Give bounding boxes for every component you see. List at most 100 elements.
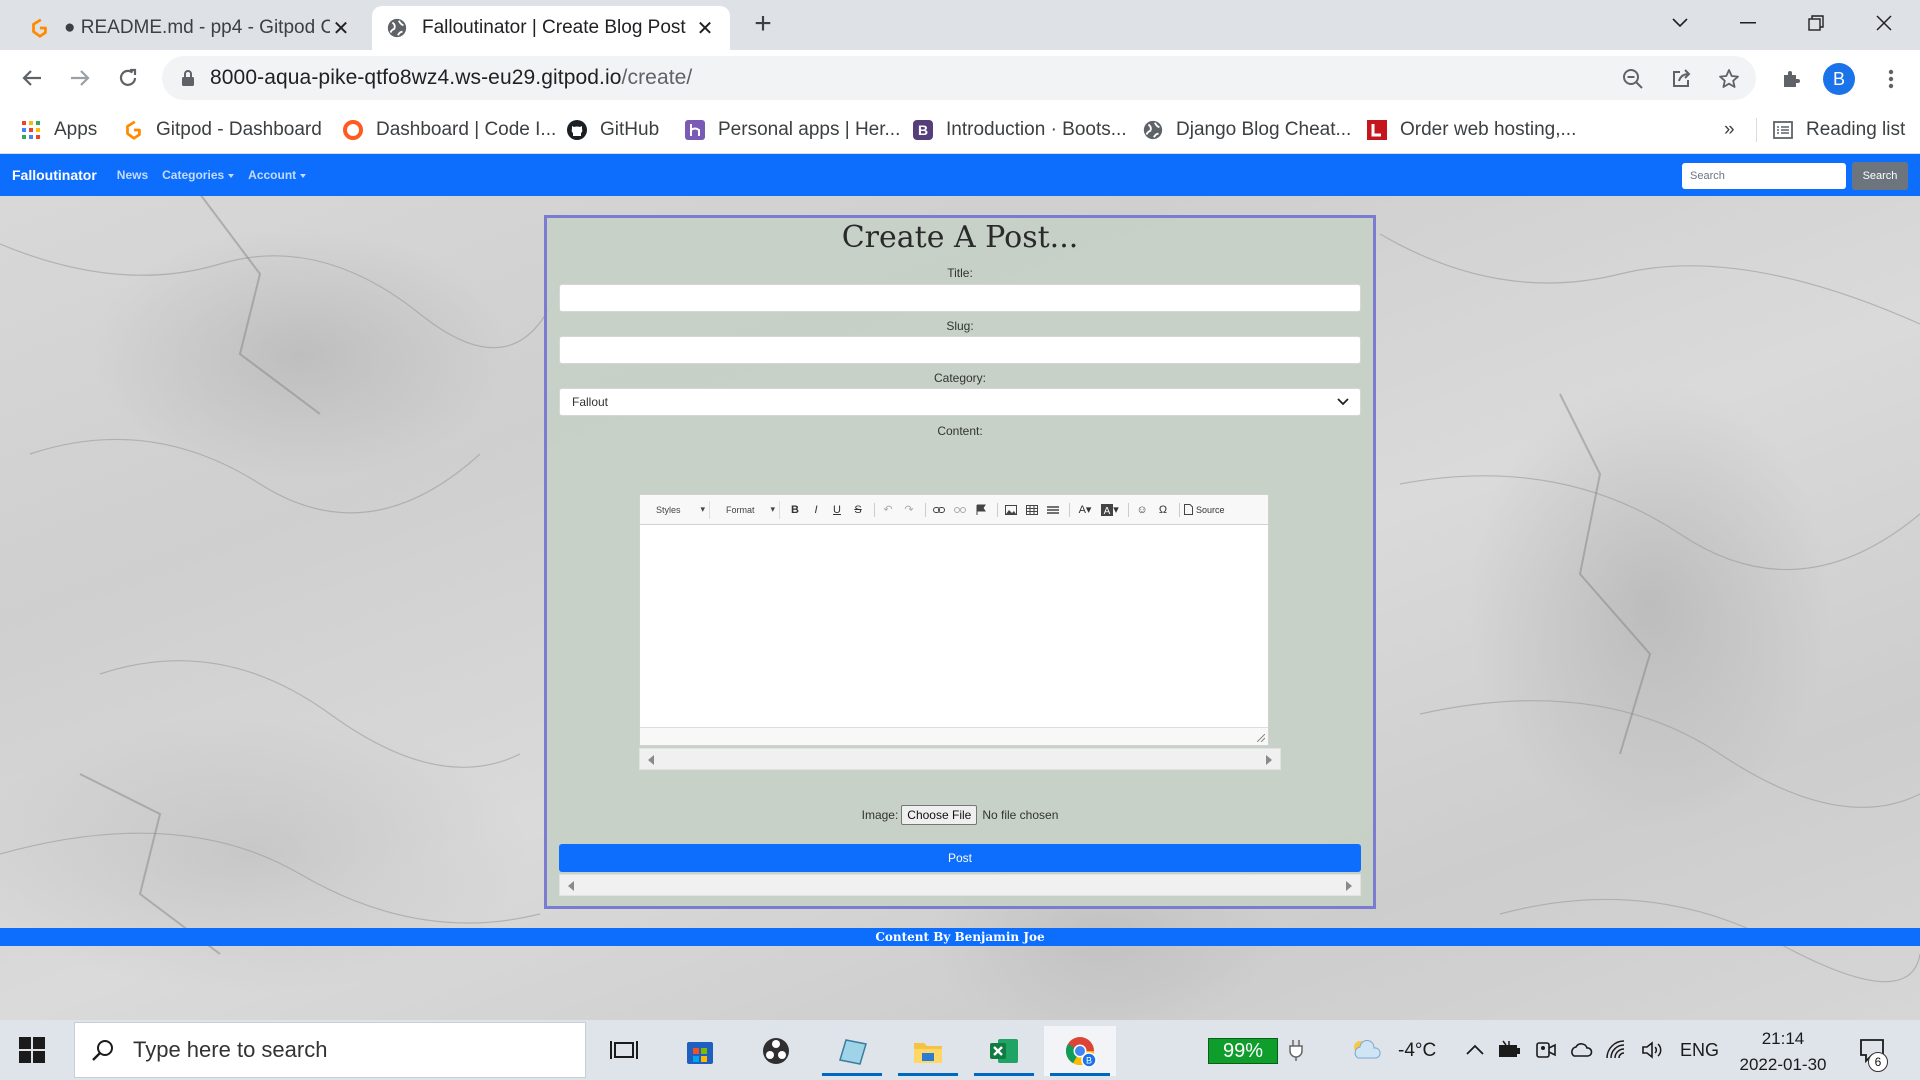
extensions-icon[interactable] bbox=[1778, 66, 1804, 92]
weather-cloudy-icon[interactable] bbox=[1350, 1038, 1384, 1062]
reload-button[interactable] bbox=[112, 62, 144, 94]
nav-account-dropdown[interactable]: Account bbox=[248, 168, 307, 182]
battery-percentage[interactable]: 99% bbox=[1208, 1038, 1278, 1064]
site-search-button[interactable]: Search bbox=[1852, 162, 1908, 190]
battery-icon[interactable] bbox=[1497, 1038, 1521, 1062]
scroll-right-icon[interactable] bbox=[1346, 881, 1352, 891]
onedrive-cloud-icon[interactable] bbox=[1569, 1038, 1593, 1062]
bookmark-github[interactable]: GitHub bbox=[566, 114, 659, 146]
scroll-left-icon[interactable] bbox=[568, 881, 574, 891]
undo-icon[interactable]: ↶ bbox=[879, 501, 897, 519]
forward-button[interactable] bbox=[64, 62, 96, 94]
close-icon[interactable]: ✕ bbox=[694, 17, 716, 40]
smiley-icon[interactable]: ☺ bbox=[1133, 501, 1151, 519]
weather-temperature[interactable]: -4°C bbox=[1398, 1040, 1436, 1062]
camera-icon[interactable] bbox=[1534, 1038, 1558, 1062]
bold-button[interactable]: B bbox=[786, 501, 804, 519]
back-button[interactable] bbox=[16, 62, 48, 94]
editor-horizontal-scrollbar[interactable] bbox=[639, 748, 1281, 770]
post-button[interactable]: Post bbox=[559, 844, 1361, 872]
tab-search-icon[interactable] bbox=[1660, 8, 1700, 38]
tab-create-blog-post[interactable]: Falloutinator | Create Blog Post ✕ bbox=[372, 6, 730, 50]
slug-input[interactable] bbox=[559, 336, 1361, 364]
close-window-button[interactable] bbox=[1864, 8, 1904, 38]
scroll-left-icon[interactable] bbox=[648, 755, 654, 765]
underline-button[interactable]: U bbox=[828, 501, 846, 519]
menu-kebab-icon[interactable] bbox=[1878, 66, 1904, 92]
reading-list-icon bbox=[1773, 121, 1793, 139]
table-icon[interactable] bbox=[1023, 501, 1041, 519]
input-language[interactable]: ENG bbox=[1680, 1040, 1719, 1061]
share-icon[interactable] bbox=[1668, 66, 1694, 92]
bookmark-django-cheat[interactable]: Django Blog Cheat... bbox=[1142, 114, 1351, 146]
bookmark-heroku[interactable]: Personal apps | Her... bbox=[684, 114, 900, 146]
excel-icon[interactable] bbox=[968, 1026, 1040, 1076]
special-char-icon[interactable]: Ω bbox=[1154, 501, 1172, 519]
unlink-icon[interactable] bbox=[951, 501, 969, 519]
editor-content-area[interactable] bbox=[640, 525, 1268, 745]
site-navbar: Falloutinator News Categories Account Se… bbox=[0, 154, 1920, 196]
horizontal-line-icon[interactable] bbox=[1044, 501, 1062, 519]
title-input[interactable] bbox=[559, 284, 1361, 312]
taskbar-search-input[interactable]: Type here to search bbox=[74, 1022, 586, 1078]
choose-file-button[interactable]: Choose File bbox=[901, 805, 978, 825]
bookmark-star-icon[interactable] bbox=[1716, 66, 1742, 92]
anchor-flag-icon[interactable] bbox=[972, 501, 990, 519]
chrome-icon[interactable]: B bbox=[1044, 1026, 1116, 1076]
task-view-icon[interactable] bbox=[588, 1026, 660, 1076]
styles-dropdown[interactable]: Styles ▾ bbox=[646, 500, 710, 519]
toolbar-separator bbox=[874, 502, 875, 517]
text-color-icon[interactable]: A▾ bbox=[1074, 501, 1096, 519]
format-dropdown[interactable]: Format ▾ bbox=[716, 500, 780, 519]
running-indicator bbox=[974, 1073, 1034, 1076]
obs-studio-icon[interactable] bbox=[740, 1026, 812, 1076]
restore-button[interactable] bbox=[1796, 8, 1836, 38]
address-bar[interactable]: 8000-aqua-pike-qtfo8wz4.ws-eu29.gitpod.i… bbox=[162, 56, 1756, 100]
site-brand[interactable]: Falloutinator bbox=[12, 167, 97, 183]
image-icon[interactable] bbox=[1002, 501, 1020, 519]
profile-avatar[interactable]: B bbox=[1823, 63, 1855, 95]
form-horizontal-scrollbar[interactable] bbox=[559, 874, 1361, 896]
image-label: Image: bbox=[861, 808, 899, 822]
bookmarks-bar: Apps Gitpod - Dashboard Dashboard | Code… bbox=[0, 106, 1920, 154]
snipping-tool-icon[interactable] bbox=[816, 1026, 888, 1076]
codeinstitute-icon bbox=[343, 120, 363, 140]
file-explorer-icon[interactable] bbox=[892, 1026, 964, 1076]
windows-start-icon[interactable] bbox=[18, 1036, 46, 1064]
tab-readme[interactable]: ● README.md - pp4 - Gitpod Co ✕ bbox=[14, 6, 366, 50]
tab-title: ● README.md - pp4 - Gitpod Co bbox=[64, 17, 330, 38]
background-color-icon[interactable]: A ▾ bbox=[1099, 501, 1121, 519]
clock-date: 2022-01-30 bbox=[1739, 1055, 1827, 1074]
reading-list-button[interactable]: Reading list bbox=[1772, 114, 1905, 146]
bookmark-code-institute[interactable]: Dashboard | Code I... bbox=[342, 114, 556, 146]
plug-icon[interactable] bbox=[1284, 1038, 1308, 1062]
bookmark-apps[interactable]: Apps bbox=[20, 114, 97, 146]
nav-categories-dropdown[interactable]: Categories bbox=[162, 168, 235, 182]
site-search-input[interactable]: Search bbox=[1682, 163, 1846, 189]
close-icon[interactable]: ✕ bbox=[330, 17, 352, 40]
italic-button[interactable]: I bbox=[807, 501, 825, 519]
bookmark-web-hosting[interactable]: Order web hosting,... bbox=[1366, 114, 1576, 146]
chevron-up-icon[interactable] bbox=[1463, 1038, 1487, 1062]
link-icon[interactable] bbox=[930, 501, 948, 519]
minimize-button[interactable] bbox=[1728, 8, 1768, 38]
source-label: Source bbox=[1196, 504, 1225, 515]
resize-handle-icon[interactable] bbox=[1257, 734, 1265, 742]
volume-icon[interactable] bbox=[1640, 1038, 1664, 1062]
scroll-right-icon[interactable] bbox=[1266, 755, 1272, 765]
bookmark-gitpod[interactable]: Gitpod - Dashboard bbox=[122, 114, 322, 146]
zoom-icon[interactable] bbox=[1620, 66, 1646, 92]
more-bookmarks-button[interactable]: » bbox=[1724, 114, 1735, 146]
taskbar-search-placeholder: Type here to search bbox=[133, 1037, 328, 1062]
source-button[interactable]: Source bbox=[1184, 501, 1225, 519]
category-select[interactable]: Fallout bbox=[559, 388, 1361, 416]
nav-news[interactable]: News bbox=[117, 168, 148, 182]
tab-strip: ● README.md - pp4 - Gitpod Co ✕ Fallouti… bbox=[0, 0, 1920, 50]
system-clock[interactable]: 21:14 2022-01-30 bbox=[1732, 1026, 1834, 1078]
wifi-icon[interactable] bbox=[1604, 1038, 1628, 1062]
bookmark-bootstrap[interactable]: B Introduction · Boots... bbox=[912, 114, 1127, 146]
microsoft-store-icon[interactable] bbox=[664, 1026, 736, 1076]
new-tab-button[interactable]: + bbox=[748, 9, 778, 40]
strike-button[interactable]: S bbox=[849, 501, 867, 519]
redo-icon[interactable]: ↷ bbox=[900, 501, 918, 519]
